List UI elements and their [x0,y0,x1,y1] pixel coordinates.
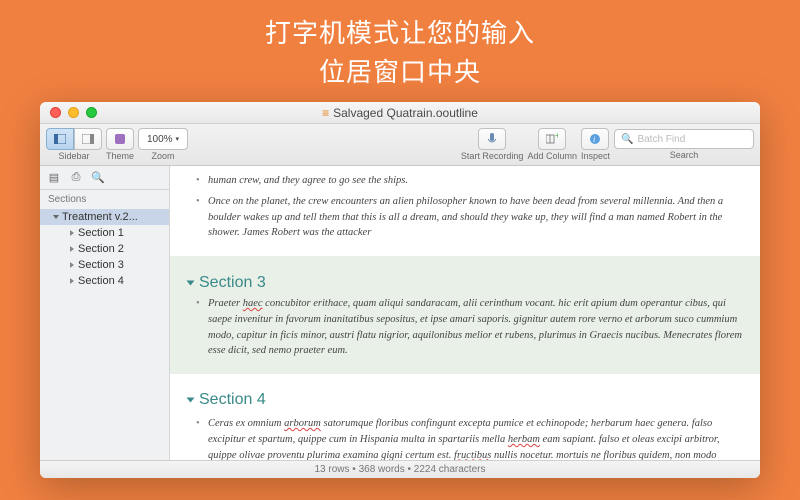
microphone-icon [488,133,496,145]
add-column-button[interactable]: + [538,128,566,150]
promo-heading: 打字机模式让您的输入 位居窗口中央 [0,0,800,92]
sidebar-toggle-group: Sidebar [46,128,102,161]
theme-icon [114,133,126,145]
disclosure-icon[interactable] [187,398,195,403]
search-label: Search [670,150,699,160]
document-icon: ≡ [322,106,329,120]
inspect-label: Inspect [581,151,610,161]
search-group: 🔍Batch Find Search [614,129,754,160]
theme-group: Theme [106,128,134,161]
promo-line-2: 位居窗口中央 [0,53,800,92]
minimize-button[interactable] [68,107,79,118]
search-icon: 🔍 [621,134,633,145]
sidebar-toggle-left[interactable] [46,128,74,150]
section-heading-3[interactable]: Section 3 [188,274,742,292]
titlebar: ≡Salvaged Quatrain.ooutline [40,102,760,124]
traffic-lights [40,107,97,118]
toolbar: Sidebar Theme 100% ▾ Zoom Start Recordin… [40,124,760,166]
sidebar: ▤ ⎙ 🔍 Sections Treatment v.2... Section … [40,166,170,460]
add-column-group: + Add Column [527,128,577,161]
sidebar-item-root[interactable]: Treatment v.2... [40,209,169,225]
sidebar-toggle-right[interactable] [74,128,102,150]
sidebar-item-section-4[interactable]: Section 4 [40,273,169,289]
search-tab-icon[interactable]: 🔍 [90,170,106,186]
close-button[interactable] [50,107,61,118]
zoom-button[interactable] [86,107,97,118]
styles-tab-icon[interactable]: ⎙ [68,170,84,186]
paragraph[interactable]: Once on the planet, the crew encounters … [208,194,742,241]
zoom-label: Zoom [152,151,175,161]
sidebar-header: Sections [40,190,169,207]
section-heading-4[interactable]: Section 4 [188,388,742,412]
status-bar: 13 rows • 368 words • 2224 characters [40,460,760,478]
sidebar-item-section-1[interactable]: Section 1 [40,225,169,241]
editor-main[interactable]: human crew, and they agree to go see the… [170,166,760,460]
sidebar-tree: Treatment v.2... Section 1 Section 2 Sec… [40,207,169,291]
app-window: ≡Salvaged Quatrain.ooutline Sidebar Them… [40,102,760,478]
add-column-icon: + [546,133,558,145]
sidebar-item-section-2[interactable]: Section 2 [40,241,169,257]
theme-label: Theme [106,151,134,161]
window-title: ≡Salvaged Quatrain.ooutline [40,106,760,120]
paragraph[interactable]: Ceras ex omnium arborum satorumque flori… [208,416,742,460]
add-column-label: Add Column [527,151,577,161]
theme-button[interactable] [106,128,134,150]
start-recording-button[interactable] [478,128,506,150]
inspect-group: i Inspect [581,128,610,161]
sidebar-label: Sidebar [58,151,89,161]
paragraph[interactable]: Praeter haec concubitor erithace, quam a… [208,296,742,359]
disclosure-icon[interactable] [187,281,195,286]
sections-tab-icon[interactable]: ▤ [46,170,62,186]
recording-group: Start Recording [461,128,524,161]
search-input[interactable]: 🔍Batch Find [614,129,754,149]
status-text: 13 rows • 368 words • 2224 characters [315,464,486,475]
content-area: ▤ ⎙ 🔍 Sections Treatment v.2... Section … [40,166,760,460]
sidebar-right-icon [82,134,94,144]
info-icon: i [589,133,601,145]
paragraph[interactable]: human crew, and they agree to go see the… [208,173,742,189]
section-3-block: Section 3 Praeter haec concubitor eritha… [170,256,760,374]
section-4-block: Section 4 Ceras ex omnium arborum satoru… [170,374,760,460]
document-body: human crew, and they agree to go see the… [170,166,760,256]
svg-text:+: + [555,133,558,140]
svg-text:i: i [593,135,595,144]
sidebar-item-section-3[interactable]: Section 3 [40,257,169,273]
sidebar-left-icon [54,134,66,144]
recording-label: Start Recording [461,151,524,161]
sidebar-tabs: ▤ ⎙ 🔍 [40,166,169,190]
zoom-group: 100% ▾ Zoom [138,128,188,161]
promo-line-1: 打字机模式让您的输入 [0,14,800,53]
zoom-select[interactable]: 100% ▾ [138,128,188,150]
inspect-button[interactable]: i [581,128,609,150]
